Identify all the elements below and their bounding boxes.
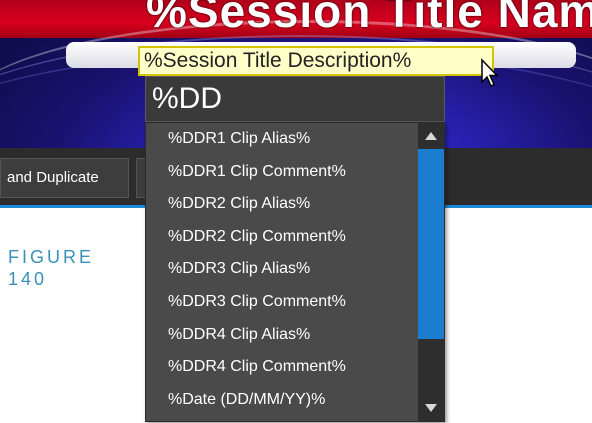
session-title-description-field[interactable]: %Session Title Description%: [138, 46, 494, 76]
list-item[interactable]: %DDR4 Clip Alias%: [146, 319, 418, 352]
list-item[interactable]: %DDR2 Clip Comment%: [146, 221, 418, 254]
suggestion-list: %DDR1 Clip Alias% %DDR1 Clip Comment% %D…: [146, 123, 418, 416]
list-item[interactable]: %Date (DD/MM/YY)%: [146, 384, 418, 417]
list-item[interactable]: %DDR3 Clip Comment%: [146, 286, 418, 319]
session-title-name-text[interactable]: %Session Title Name: [146, 0, 592, 38]
list-item[interactable]: %DDR2 Clip Alias%: [146, 188, 418, 221]
figure-caption: FIGURE 140: [8, 246, 94, 290]
mouse-pointer-icon: [481, 58, 499, 88]
scroll-up-arrow-icon[interactable]: [425, 132, 437, 140]
duplicate-button[interactable]: and Duplicate: [0, 158, 129, 198]
list-item[interactable]: %DDR1 Clip Alias%: [146, 123, 418, 156]
list-item[interactable]: %DDR4 Clip Comment%: [146, 351, 418, 384]
list-item[interactable]: %DDR1 Clip Comment%: [146, 156, 418, 189]
scroll-down-arrow-icon[interactable]: [425, 404, 437, 412]
scrollbar[interactable]: [418, 123, 444, 421]
variable-suggestion-dropdown[interactable]: %DDR1 Clip Alias% %DDR1 Clip Comment% %D…: [145, 122, 445, 422]
list-item[interactable]: %DDR3 Clip Alias%: [146, 253, 418, 286]
figure-number: 140: [8, 269, 48, 289]
figure-label: FIGURE: [8, 247, 95, 267]
scroll-thumb[interactable]: [418, 149, 444, 339]
autocomplete-input[interactable]: %DD: [145, 76, 445, 122]
